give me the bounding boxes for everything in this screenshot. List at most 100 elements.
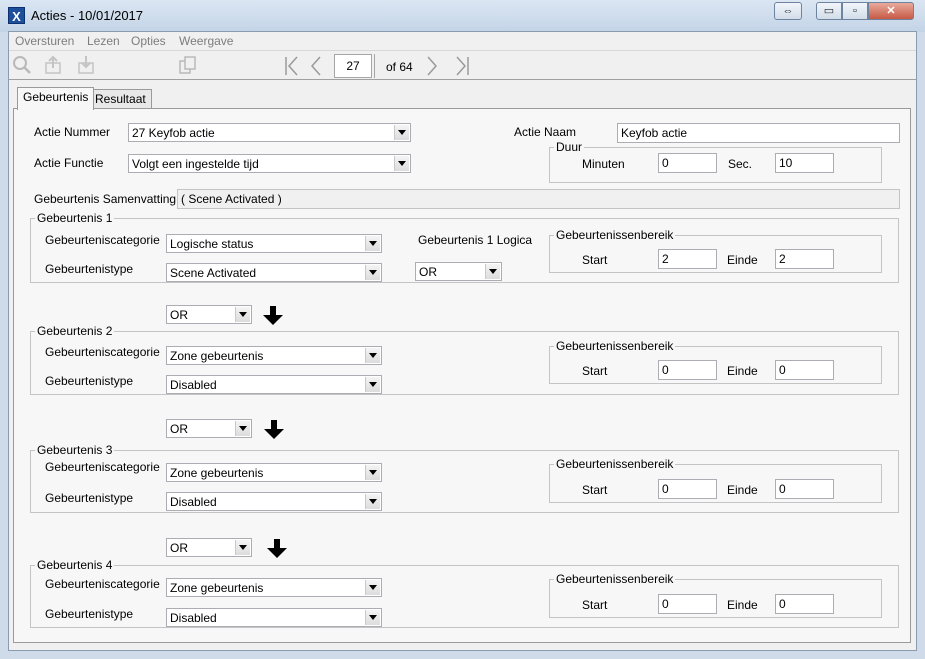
gebeurtenis-3-start-label: Start (582, 483, 608, 497)
minuten-input[interactable]: 0 (658, 153, 717, 173)
toolbar: 27 of 64 (9, 52, 916, 80)
menu-weergave[interactable]: Weergave (179, 34, 233, 48)
app-logo-icon: X (8, 7, 25, 24)
previous-page-icon[interactable] (306, 56, 326, 81)
gebeurtenis-1-start-input[interactable]: 2 (658, 249, 717, 269)
page-number-input[interactable]: 27 (334, 54, 372, 78)
minuten-label: Minuten (582, 157, 625, 171)
gebeurtenis-2-range-legend: Gebeurtenissenbereik (556, 339, 674, 353)
gebeurtenis-1-logica-select[interactable]: OR (415, 262, 502, 281)
gebeurtenis-1-cat-select[interactable]: Logische status (166, 234, 382, 253)
connector-2-select[interactable]: OR (166, 419, 252, 438)
toolbar-separator (374, 54, 375, 78)
gebeurtenis-1-logica-label: Gebeurtenis 1 Logica (418, 233, 533, 247)
connector-2-value: OR (170, 422, 188, 436)
gebeurtenis-2-start-label: Start (582, 364, 608, 378)
gebeurtenis-1-type-label: Gebeurtenistype (45, 262, 134, 276)
upload-icon[interactable] (43, 55, 63, 80)
chevron-down-icon[interactable] (235, 307, 250, 322)
chevron-down-icon[interactable] (485, 264, 500, 279)
gebeurtenis-3-range-legend: Gebeurtenissenbereik (556, 457, 674, 471)
gebeurtenis-2-cat-value: Zone gebeurtenis (170, 349, 264, 363)
gebeurtenis-4-type-value: Disabled (170, 611, 217, 625)
connector-1-select[interactable]: OR (166, 305, 252, 324)
gebeurtenis-1-start-label: Start (582, 253, 608, 267)
gebeurtenis-2-legend: Gebeurtenis 2 (37, 324, 113, 338)
gebeurtenis-4-type-select[interactable]: Disabled (166, 608, 382, 627)
actie-nummer-select[interactable]: 27 Keyfob actie (128, 123, 411, 142)
gebeurtenis-3-cat-select[interactable]: Zone gebeurtenis (166, 463, 382, 482)
restore-layout-button[interactable]: ⇔ (774, 2, 802, 20)
gebeurtenis-2-einde-input[interactable]: 0 (775, 360, 834, 380)
chevron-down-icon[interactable] (365, 348, 380, 363)
tab-panel-gebeurtenis: Actie Nummer 27 Keyfob actie Actie Funct… (13, 108, 911, 643)
gebeurtenis-3-einde-label: Einde (727, 483, 758, 497)
connector-3-value: OR (170, 541, 188, 555)
actie-nummer-label: Actie Nummer (34, 125, 111, 139)
gebeurtenis-3-start-input[interactable]: 0 (658, 479, 717, 499)
window-client: Oversturen Lezen Opties Weergave 27 of 6… (8, 31, 917, 651)
gebeurtenis-2-start-input[interactable]: 0 (658, 360, 717, 380)
title-bar[interactable]: X Acties - 10/01/2017 ⇔ ▭ ▫ ✕ (0, 0, 925, 32)
gebeurtenis-1-type-value: Scene Activated (170, 266, 257, 280)
page-count: of 64 (386, 60, 413, 74)
sec-input[interactable]: 10 (775, 153, 834, 173)
gebeurtenis-2-type-select[interactable]: Disabled (166, 375, 382, 394)
gebeurtenis-3-cat-value: Zone gebeurtenis (170, 466, 264, 480)
window-title: Acties - 10/01/2017 (31, 8, 144, 23)
chevron-down-icon[interactable] (235, 540, 250, 555)
gebeurtenis-3-cat-label: Gebeurteniscategorie (45, 460, 160, 474)
tab-resultaat[interactable]: Resultaat (89, 89, 152, 109)
gebeurtenis-4-cat-value: Zone gebeurtenis (170, 581, 264, 595)
gebeurtenis-4-cat-label: Gebeurteniscategorie (45, 577, 160, 591)
chevron-down-icon[interactable] (394, 125, 409, 140)
gebeurtenis-1-einde-label: Einde (727, 253, 758, 267)
menu-oversturen[interactable]: Oversturen (15, 34, 74, 48)
actie-functie-value: Volgt een ingestelde tijd (132, 157, 259, 171)
gebeurtenis-2-type-label: Gebeurtenistype (45, 374, 134, 388)
gebeurtenis-4-einde-label: Einde (727, 598, 758, 612)
copy-icon[interactable] (178, 55, 198, 80)
chevron-down-icon[interactable] (365, 377, 380, 392)
gebeurtenis-4-einde-input[interactable]: 0 (775, 594, 834, 614)
gebeurtenis-1-type-select[interactable]: Scene Activated (166, 263, 382, 282)
minimize-button[interactable]: ▭ (816, 2, 842, 20)
chevron-down-icon[interactable] (394, 156, 409, 171)
chevron-down-icon[interactable] (365, 465, 380, 480)
gebeurtenis-2-cat-label: Gebeurteniscategorie (45, 345, 160, 359)
download-icon[interactable] (76, 55, 96, 80)
menu-lezen[interactable]: Lezen (87, 34, 120, 48)
chevron-down-icon[interactable] (365, 580, 380, 595)
gebeurtenis-3-type-value: Disabled (170, 495, 217, 509)
last-page-icon[interactable] (452, 56, 472, 81)
gebeurtenis-3-einde-input[interactable]: 0 (775, 479, 834, 499)
chevron-down-icon[interactable] (235, 421, 250, 436)
chevron-down-icon[interactable] (365, 494, 380, 509)
actie-functie-select[interactable]: Volgt een ingestelde tijd (128, 154, 411, 173)
tab-gebeurtenis[interactable]: Gebeurtenis (17, 87, 95, 110)
actie-nummer-value: 27 Keyfob actie (132, 126, 215, 140)
chevron-down-icon[interactable] (365, 265, 380, 280)
samenvatting-field: ( Scene Activated ) (177, 189, 900, 209)
gebeurtenis-4-cat-select[interactable]: Zone gebeurtenis (166, 578, 382, 597)
menu-opties[interactable]: Opties (131, 34, 166, 48)
gebeurtenis-1-cat-label: Gebeurteniscategorie (45, 233, 160, 247)
gebeurtenis-1-range-legend: Gebeurtenissenbereik (556, 228, 674, 242)
close-button[interactable]: ✕ (868, 2, 914, 20)
search-icon[interactable] (12, 55, 32, 80)
maximize-button[interactable]: ▫ (842, 2, 868, 20)
first-page-icon[interactable] (282, 56, 302, 81)
gebeurtenis-2-cat-select[interactable]: Zone gebeurtenis (166, 346, 382, 365)
connector-3-select[interactable]: OR (166, 538, 252, 557)
chevron-down-icon[interactable] (365, 610, 380, 625)
gebeurtenis-3-type-select[interactable]: Disabled (166, 492, 382, 511)
duur-legend: Duur (556, 140, 583, 154)
chevron-down-icon[interactable] (365, 236, 380, 251)
gebeurtenis-2-type-value: Disabled (170, 378, 217, 392)
gebeurtenis-4-start-input[interactable]: 0 (658, 594, 717, 614)
gebeurtenis-4-legend: Gebeurtenis 4 (37, 558, 113, 572)
next-page-icon[interactable] (422, 56, 442, 81)
gebeurtenis-2-einde-label: Einde (727, 364, 758, 378)
menu-bar: Oversturen Lezen Opties Weergave (9, 32, 916, 51)
gebeurtenis-1-einde-input[interactable]: 2 (775, 249, 834, 269)
